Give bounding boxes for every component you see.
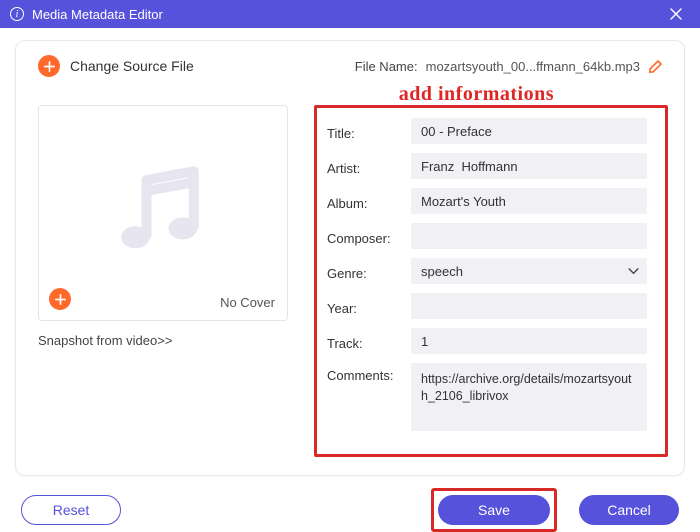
comments-textarea[interactable] — [411, 363, 647, 431]
reset-button[interactable]: Reset — [21, 495, 121, 525]
close-icon — [670, 8, 682, 20]
edit-filename-button[interactable] — [648, 58, 664, 74]
music-note-icon — [108, 158, 218, 268]
change-source-file[interactable]: Change Source File — [38, 55, 194, 77]
snapshot-from-video-link[interactable]: Snapshot from video>> — [38, 333, 288, 348]
label-artist: Artist: — [327, 156, 395, 176]
label-year: Year: — [327, 296, 395, 316]
change-source-label: Change Source File — [70, 58, 194, 74]
file-name-label: File Name: — [355, 59, 418, 74]
save-button[interactable]: Save — [438, 495, 550, 525]
plus-icon — [38, 55, 60, 77]
titlebar: i Media Metadata Editor — [0, 0, 700, 28]
pen-icon — [648, 58, 664, 74]
cover-art-box: No Cover — [38, 105, 288, 321]
cancel-button[interactable]: Cancel — [579, 495, 679, 525]
label-album: Album: — [327, 191, 395, 211]
no-cover-label: No Cover — [220, 295, 275, 310]
save-highlight-box: Save — [431, 488, 557, 532]
genre-select[interactable] — [411, 258, 647, 284]
label-title: Title: — [327, 121, 395, 141]
info-icon: i — [10, 7, 24, 21]
title-input[interactable] — [411, 118, 647, 144]
label-genre: Genre: — [327, 261, 395, 281]
artist-input[interactable] — [411, 153, 647, 179]
track-input[interactable] — [411, 328, 647, 354]
main-card: Change Source File File Name: mozartsyou… — [15, 40, 685, 476]
window-title: Media Metadata Editor — [32, 7, 662, 22]
file-name-value: mozartsyouth_00...ffmann_64kb.mp3 — [426, 59, 640, 74]
composer-input[interactable] — [411, 223, 647, 249]
album-input[interactable] — [411, 188, 647, 214]
add-cover-button[interactable] — [49, 288, 71, 310]
close-button[interactable] — [662, 0, 690, 28]
label-track: Track: — [327, 331, 395, 351]
year-input[interactable] — [411, 293, 647, 319]
label-composer: Composer: — [327, 226, 395, 246]
metadata-form: Title: Artist: Album: Composer: Genre: — [314, 105, 668, 457]
label-comments: Comments: — [327, 363, 395, 383]
plus-icon — [55, 294, 66, 305]
annotation-label: add informations — [399, 83, 554, 106]
